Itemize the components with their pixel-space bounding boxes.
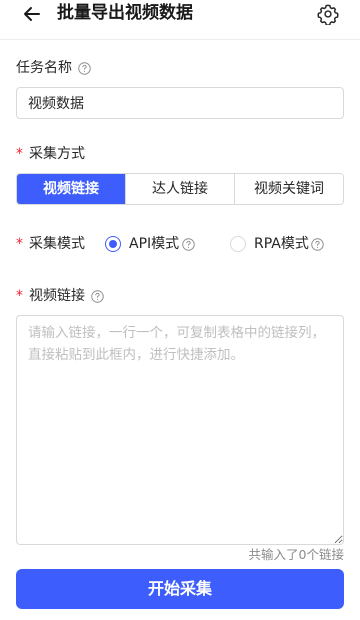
gear-icon[interactable]: [317, 3, 339, 25]
rpa-mode-radio[interactable]: [230, 236, 246, 252]
start-collect-button[interactable]: 开始采集: [16, 569, 344, 609]
collect-mode-radio-group: API模式 RPA模式: [0, 234, 360, 254]
task-name-input[interactable]: [16, 87, 344, 119]
tab-video-link[interactable]: 视频链接: [17, 174, 125, 204]
question-circle-icon[interactable]: [311, 238, 324, 251]
question-circle-icon[interactable]: [78, 61, 91, 75]
link-count-text: 共输入了0个链接: [248, 547, 344, 562]
collect-method-segmented: 视频链接 达人链接 视频关键词: [16, 173, 344, 205]
tab-creator-link[interactable]: 达人链接: [125, 174, 234, 204]
api-mode-label[interactable]: API模式: [129, 234, 179, 254]
task-name-label-row: 任务名称: [16, 58, 91, 78]
required-mark: *: [16, 288, 23, 304]
question-circle-icon[interactable]: [182, 238, 195, 251]
collect-method-label-row: * 采集方式: [16, 144, 85, 164]
api-mode-radio[interactable]: [105, 236, 121, 252]
task-name-label: 任务名称: [16, 60, 72, 76]
question-circle-icon[interactable]: [91, 289, 104, 303]
video-links-textarea[interactable]: [16, 315, 344, 545]
video-links-label: 视频链接: [29, 288, 85, 304]
rpa-mode-label[interactable]: RPA模式: [254, 234, 309, 254]
collect-method-label: 采集方式: [29, 146, 85, 162]
tab-video-keyword[interactable]: 视频关键词: [234, 174, 343, 204]
page-title: 批量导出视频数据: [57, 3, 193, 23]
video-links-label-row: * 视频链接: [16, 286, 104, 306]
arrow-left-icon[interactable]: [20, 2, 44, 26]
app-header: 批量导出视频数据: [0, 0, 360, 40]
required-mark: *: [16, 146, 23, 162]
